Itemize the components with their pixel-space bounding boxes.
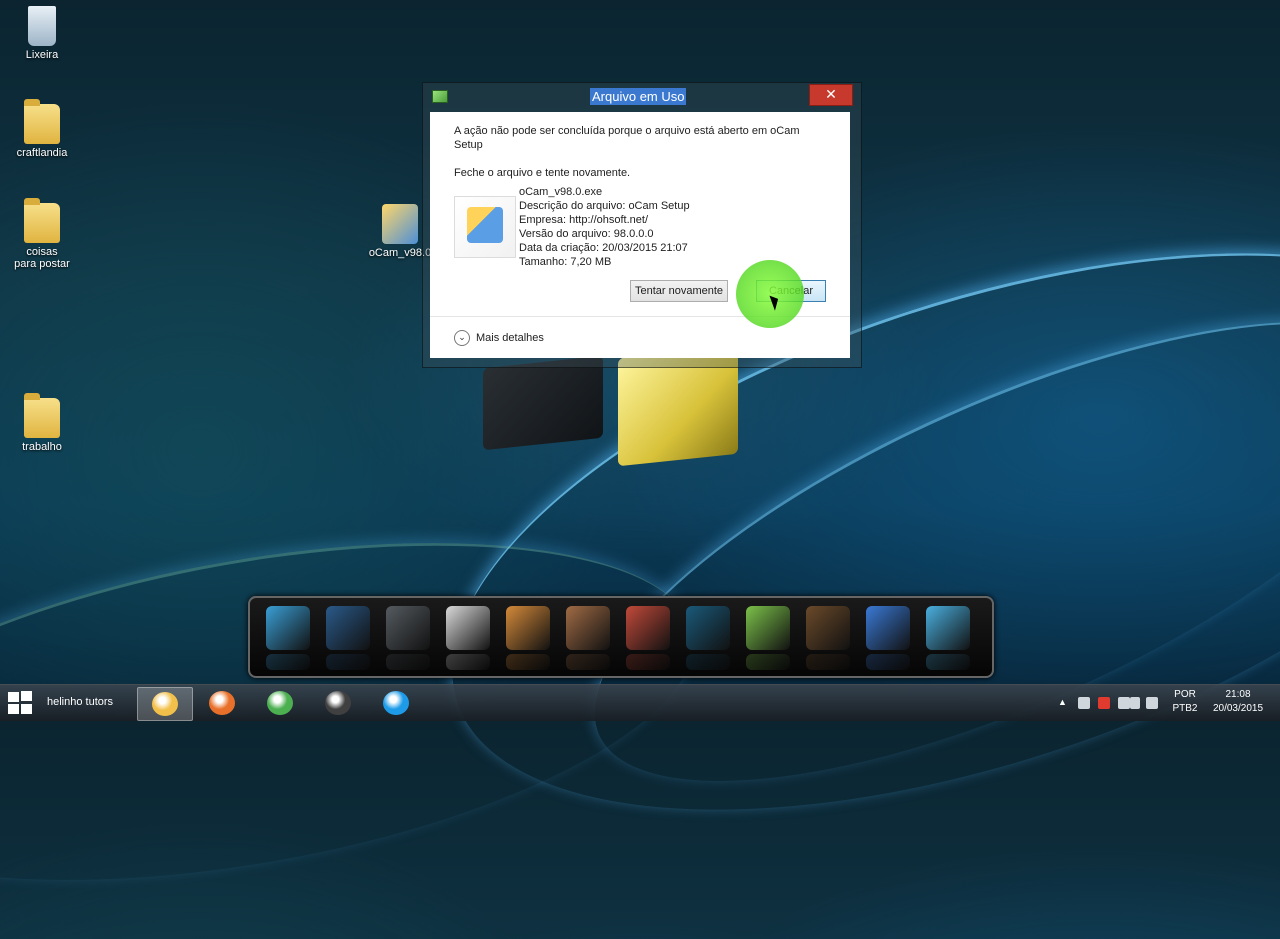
file-name: oCam_v98.0.exe	[519, 186, 603, 198]
dialog-message: A ação não pode ser concluída porque o a…	[454, 125, 800, 151]
more-details-toggle[interactable]: ⌄ Mais detalhes	[454, 330, 544, 346]
desktop-icon-label: craftlandia	[16, 147, 68, 159]
camera-icon[interactable]	[926, 606, 970, 670]
desktop-icon-label: coisas para postar	[14, 246, 70, 270]
close-button[interactable]: ✕	[809, 84, 853, 106]
cinema4d-icon[interactable]	[686, 606, 730, 670]
cancel-button[interactable]: Cancelar	[756, 280, 826, 302]
desktop-icon-coisas-para-postar[interactable]: coisas para postar	[2, 198, 82, 270]
chevron-down-icon: ⌄	[454, 330, 470, 346]
taskbar-app[interactable]	[137, 687, 193, 721]
show-hidden-icons-icon[interactable]: ▲	[1058, 697, 1070, 709]
clock-time: 21:08	[1225, 689, 1251, 700]
desktop-icon-recycle-bin[interactable]: Lixeira	[2, 6, 82, 61]
file-thumbnail	[454, 196, 516, 258]
windows-logo	[478, 345, 768, 472]
game-emblem-icon[interactable]	[386, 606, 430, 670]
windows-icon[interactable]	[866, 606, 910, 670]
installer-icon	[382, 204, 418, 244]
gta-sa-icon[interactable]	[566, 606, 610, 670]
more-details-label: Mais detalhes	[476, 331, 544, 344]
steam-icon[interactable]	[326, 606, 370, 670]
gta-icon[interactable]	[506, 606, 550, 670]
taskbar-app[interactable]	[369, 687, 423, 719]
firefox-icon	[209, 691, 235, 715]
desktop-icon-craftlandia[interactable]: craftlandia	[2, 99, 82, 159]
desktop-icon-trabalho[interactable]: trabalho	[2, 393, 82, 453]
language-code: POR	[1174, 689, 1196, 700]
file-version: Versão do arquivo: 98.0.0.0	[519, 228, 654, 240]
language-indicator[interactable]: POR PTB2	[1172, 688, 1198, 716]
retry-button[interactable]: Tentar novamente	[630, 280, 728, 302]
installer-icon	[467, 207, 503, 243]
file-size: Tamanho: 7,20 MB	[519, 256, 612, 268]
wifi-signal-icon[interactable]	[1146, 697, 1158, 709]
dialog-app-icon	[432, 90, 448, 103]
launcher-icon[interactable]	[266, 606, 310, 670]
counter-strike-icon[interactable]	[446, 606, 490, 670]
media-player-icon	[325, 691, 351, 715]
volume-muted-icon[interactable]	[1098, 697, 1110, 709]
taskbar-app[interactable]	[311, 687, 365, 719]
skype-icon	[383, 691, 409, 715]
desktop-icon-label: trabalho	[22, 441, 62, 453]
folder-icon	[24, 198, 60, 243]
minecraft-steve-icon[interactable]	[806, 606, 850, 670]
keyboard-layout: PTB2	[1172, 703, 1198, 714]
battery-icon[interactable]	[1130, 697, 1140, 709]
network-sharing-icon[interactable]	[1078, 697, 1090, 709]
dialog-title: Arquivo em Uso	[590, 88, 687, 105]
dialog-body: A ação não pode ser concluída porque o a…	[430, 112, 850, 358]
taskbar-app[interactable]	[195, 687, 249, 719]
taskbar-app[interactable]	[253, 687, 307, 719]
app-dock	[248, 596, 994, 678]
file-description: Descrição do arquivo: oCam Setup	[519, 200, 690, 212]
toolbar-user-label: helinho tutors	[47, 696, 114, 708]
system-clock[interactable]: 21:08 20/03/2015	[1206, 688, 1270, 716]
taskbar: helinho tutors ▲ POR PTB2 21:08 20/03/20…	[0, 684, 1280, 721]
desktop-icon-label: Lixeira	[25, 49, 59, 61]
start-button[interactable]	[8, 691, 34, 715]
file-created: Data da criação: 20/03/2015 21:07	[519, 242, 688, 254]
file-company: Empresa: http://ohsoft.net/	[519, 214, 649, 226]
dialog-instruction: Feche o arquivo e tente novamente.	[454, 167, 631, 179]
ktg-icon[interactable]	[626, 606, 670, 670]
screen-icon[interactable]	[1118, 697, 1130, 709]
folder-icon	[24, 393, 60, 438]
chrome-icon	[267, 691, 293, 715]
file-info: oCam_v98.0.exe Descrição do arquivo: oCa…	[519, 185, 690, 269]
folder-icon	[24, 99, 60, 144]
minecraft-map-icon[interactable]	[746, 606, 790, 670]
clock-date: 20/03/2015	[1212, 703, 1264, 714]
recycle-bin-icon	[28, 6, 56, 46]
file-explorer-icon	[152, 692, 178, 716]
divider	[430, 316, 850, 317]
